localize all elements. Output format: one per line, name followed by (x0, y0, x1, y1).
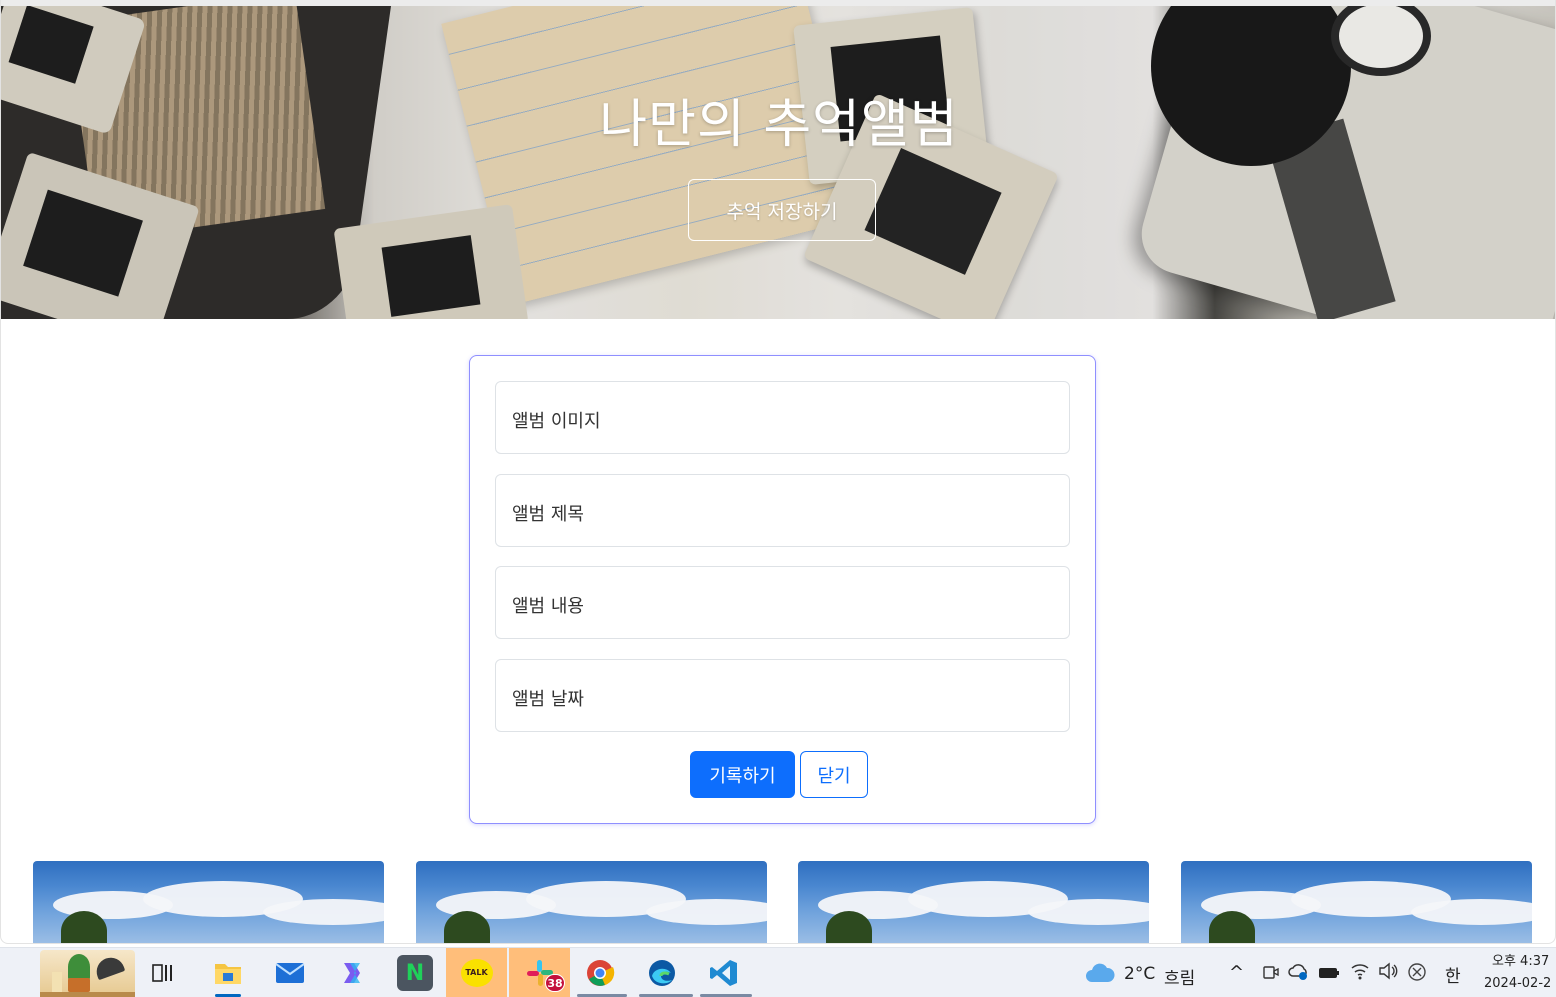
weather-desc: 흐림 (1164, 969, 1196, 989)
weather-icon[interactable] (1084, 962, 1116, 988)
vscode-icon[interactable] (706, 955, 742, 991)
mail-icon[interactable] (272, 955, 308, 991)
album-card-image[interactable] (416, 861, 767, 943)
album-image-label: 앨범 이미지 (512, 411, 601, 432)
clock[interactable]: 오후 4:37 2024-02-2 (1484, 951, 1556, 995)
submit-button[interactable]: 기록하기 (690, 751, 795, 798)
edge-icon[interactable] (644, 955, 680, 991)
camera-icon[interactable] (1262, 963, 1280, 985)
album-content-label: 앨범 내용 (512, 596, 584, 617)
close-button[interactable]: 닫기 (800, 751, 868, 798)
close-circle-icon[interactable] (1407, 962, 1427, 986)
album-card-image[interactable] (1181, 861, 1532, 943)
file-explorer-icon[interactable] (210, 955, 246, 991)
naver-icon[interactable]: N (397, 955, 433, 991)
chevron-up-icon[interactable]: ^ (1229, 962, 1244, 983)
clock-time: 오후 4:37 (1492, 954, 1550, 969)
hero-banner: 나만의 추억앨범 추억 저장하기 (1, 6, 1555, 319)
onedrive-icon[interactable] (1288, 962, 1310, 986)
weather-temp: 2°C (1124, 964, 1156, 984)
album-form-card: 앨범 이미지 앨범 제목 앨범 내용 앨범 날짜 기록하기 닫기 (469, 355, 1096, 824)
album-date-input[interactable]: 앨범 날짜 (495, 659, 1070, 732)
album-date-label: 앨범 날짜 (512, 689, 584, 710)
save-memory-button[interactable]: 추억 저장하기 (688, 179, 876, 241)
slack-badge: 38 (545, 974, 565, 992)
widgets-icon[interactable] (40, 950, 135, 997)
kakaotalk-button[interactable]: TALK (446, 948, 507, 997)
album-image-input[interactable]: 앨범 이미지 (495, 381, 1070, 454)
album-card-image[interactable] (33, 861, 384, 943)
ime-indicator[interactable]: 한 (1445, 962, 1461, 987)
album-card-image[interactable] (798, 861, 1149, 943)
taskbar: N TALK 38 2°C 흐림 ^ 한 (0, 947, 1556, 997)
copilot-icon[interactable] (334, 955, 370, 991)
album-title-label: 앨범 제목 (512, 504, 584, 525)
clock-date: 2024-02-2 (1484, 976, 1552, 991)
wifi-icon[interactable] (1350, 962, 1370, 984)
volume-icon[interactable] (1378, 962, 1398, 984)
task-view-icon[interactable] (146, 955, 182, 991)
hero-overlay (1, 6, 1555, 319)
kakaotalk-icon: TALK (460, 958, 493, 987)
page-title: 나만의 추억앨범 (599, 95, 959, 155)
album-content-input[interactable]: 앨범 내용 (495, 566, 1070, 639)
browser-page: 나만의 추억앨범 추억 저장하기 앨범 이미지 앨범 제목 앨범 내용 앨범 날… (0, 0, 1556, 944)
battery-icon[interactable] (1318, 965, 1340, 984)
slack-button[interactable]: 38 (509, 948, 570, 997)
chrome-icon[interactable] (582, 955, 618, 991)
album-title-input[interactable]: 앨범 제목 (495, 474, 1070, 547)
